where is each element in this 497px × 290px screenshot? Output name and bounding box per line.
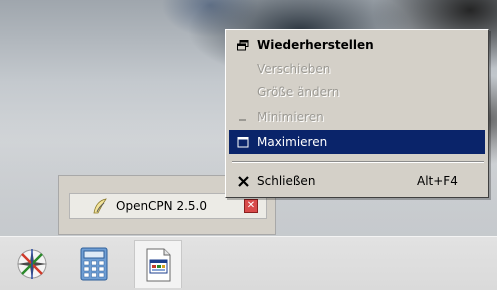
menu-item-close[interactable]: Schließen Alt+F4 xyxy=(229,169,485,193)
menu-item-minimize[interactable]: Minimieren xyxy=(229,105,485,129)
taskbar-calculator-button[interactable] xyxy=(70,240,118,288)
menu-item-move[interactable]: Verschieben xyxy=(229,57,485,81)
opencpn-icon xyxy=(93,198,107,214)
menu-item-label: Größe ändern xyxy=(257,85,340,99)
menu-separator xyxy=(232,161,484,163)
taskbar xyxy=(0,236,497,290)
restore-icon xyxy=(229,39,257,51)
close-icon: ✕ xyxy=(246,200,256,211)
menu-item-label: Verschieben xyxy=(257,62,331,76)
menu-item-label: Wiederherstellen xyxy=(257,38,374,52)
menu-item-label: Schließen xyxy=(257,174,316,188)
menu-item-maximize[interactable]: Maximieren xyxy=(229,130,485,154)
calculator-icon xyxy=(80,247,108,281)
close-icon xyxy=(229,175,257,187)
thumbnail-window-title: OpenCPN 2.5.0 xyxy=(116,199,207,213)
thumbnail-close-button[interactable]: ✕ xyxy=(244,199,258,213)
window-context-menu: Wiederherstellen Verschieben Größe änder… xyxy=(225,29,489,198)
application-window-icon xyxy=(146,248,171,281)
compass-icon xyxy=(17,249,47,279)
taskbar-opencpn-button[interactable] xyxy=(134,240,182,288)
menu-item-shortcut: Alt+F4 xyxy=(417,174,458,188)
minimize-icon xyxy=(229,112,257,122)
menu-item-label: Minimieren xyxy=(257,110,324,124)
menu-item-restore[interactable]: Wiederherstellen xyxy=(229,33,485,57)
maximize-icon xyxy=(229,136,257,148)
menu-item-label: Maximieren xyxy=(257,135,328,149)
taskbar-start-button[interactable] xyxy=(8,240,56,288)
menu-item-resize[interactable]: Größe ändern xyxy=(229,80,485,104)
